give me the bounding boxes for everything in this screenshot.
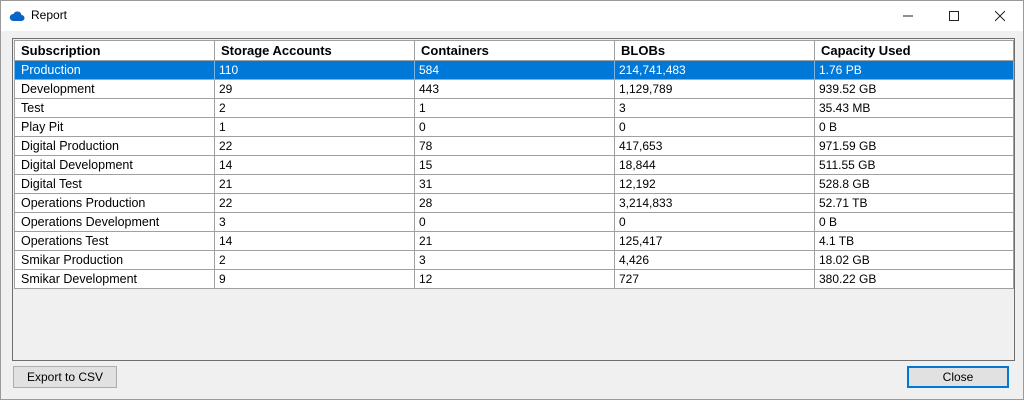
table-cell[interactable]: 9 xyxy=(214,269,415,289)
table-cell[interactable]: 14 xyxy=(214,155,415,175)
header-row: Subscription Storage Accounts Containers… xyxy=(14,40,1014,61)
table-cell[interactable]: 35.43 MB xyxy=(814,98,1014,118)
table-cell[interactable]: 52.71 TB xyxy=(814,193,1014,213)
table-cell[interactable]: 28 xyxy=(414,193,615,213)
report-window: Report Subscription Storage Accounts Con… xyxy=(0,0,1024,400)
table-cell[interactable]: 0 xyxy=(614,117,815,137)
table-cell[interactable]: 1 xyxy=(414,98,615,118)
table-cell[interactable]: 380.22 GB xyxy=(814,269,1014,289)
column-header-storage-accounts[interactable]: Storage Accounts xyxy=(214,40,415,61)
table-cell[interactable]: 1,129,789 xyxy=(614,79,815,99)
table-row[interactable]: Operations Development 3 0 0 0 B xyxy=(14,212,1014,232)
table-row[interactable]: Operations Test 14 21 125,417 4.1 TB xyxy=(14,231,1014,251)
table-row[interactable]: Play Pit 1 0 0 0 B xyxy=(14,117,1014,137)
table-cell[interactable]: 3 xyxy=(614,98,815,118)
report-grid[interactable]: Subscription Storage Accounts Containers… xyxy=(12,38,1015,361)
table-cell[interactable]: 971.59 GB xyxy=(814,136,1014,156)
table-cell[interactable]: Play Pit xyxy=(14,117,215,137)
report-table: Subscription Storage Accounts Containers… xyxy=(14,40,1014,289)
table-cell[interactable]: 1.76 PB xyxy=(814,60,1014,80)
table-cell[interactable]: 0 B xyxy=(814,212,1014,232)
table-cell[interactable]: 14 xyxy=(214,231,415,251)
cloud-icon xyxy=(9,9,25,23)
table-cell[interactable]: 2 xyxy=(214,98,415,118)
table-cell[interactable]: 4,426 xyxy=(614,250,815,270)
table-cell[interactable]: 78 xyxy=(414,136,615,156)
column-header-blobs[interactable]: BLOBs xyxy=(614,40,815,61)
table-cell[interactable]: 939.52 GB xyxy=(814,79,1014,99)
column-header-containers[interactable]: Containers xyxy=(414,40,615,61)
table-cell[interactable]: 2 xyxy=(214,250,415,270)
table-cell[interactable]: 0 xyxy=(414,212,615,232)
maximize-icon xyxy=(949,11,959,21)
table-cell[interactable]: 29 xyxy=(214,79,415,99)
table-cell[interactable]: Operations Test xyxy=(14,231,215,251)
table-cell[interactable]: Development xyxy=(14,79,215,99)
table-cell[interactable]: 727 xyxy=(614,269,815,289)
table-cell[interactable]: 0 xyxy=(414,117,615,137)
window-close-button[interactable] xyxy=(977,1,1023,31)
close-icon xyxy=(995,11,1005,21)
maximize-button[interactable] xyxy=(931,1,977,31)
table-cell[interactable]: 443 xyxy=(414,79,615,99)
table-cell[interactable]: 584 xyxy=(414,60,615,80)
table-cell[interactable]: 511.55 GB xyxy=(814,155,1014,175)
table-cell[interactable]: 417,653 xyxy=(614,136,815,156)
column-header-capacity-used[interactable]: Capacity Used xyxy=(814,40,1014,61)
table-cell[interactable]: 15 xyxy=(414,155,615,175)
table-cell[interactable]: Operations Development xyxy=(14,212,215,232)
table-cell[interactable]: 3 xyxy=(414,250,615,270)
table-cell[interactable]: 18.02 GB xyxy=(814,250,1014,270)
table-cell[interactable]: 0 B xyxy=(814,117,1014,137)
table-row[interactable]: Smikar Production 2 3 4,426 18.02 GB xyxy=(14,250,1014,270)
table-cell[interactable]: Operations Production xyxy=(14,193,215,213)
table-row[interactable]: Development 29 443 1,129,789 939.52 GB xyxy=(14,79,1014,99)
table-cell[interactable]: 4.1 TB xyxy=(814,231,1014,251)
table-cell[interactable]: 22 xyxy=(214,193,415,213)
table-cell[interactable]: 3 xyxy=(214,212,415,232)
table-cell[interactable]: 22 xyxy=(214,136,415,156)
table-cell[interactable]: 214,741,483 xyxy=(614,60,815,80)
table-row[interactable]: Operations Production 22 28 3,214,833 52.71 … xyxy=(14,193,1014,213)
table-row[interactable]: Production 110 584 214,741,483 1.76 PB xyxy=(14,60,1014,80)
minimize-button[interactable] xyxy=(885,1,931,31)
close-button[interactable]: Close xyxy=(907,366,1009,388)
table-cell[interactable]: Digital Development xyxy=(14,155,215,175)
table-cell[interactable]: 125,417 xyxy=(614,231,815,251)
table-row[interactable]: Test 2 1 3 35.43 MB xyxy=(14,98,1014,118)
table-cell[interactable]: 12,192 xyxy=(614,174,815,194)
column-header-subscription[interactable]: Subscription xyxy=(14,40,215,61)
window-title: Report xyxy=(31,8,68,22)
table-cell[interactable]: Digital Test xyxy=(14,174,215,194)
table-cell[interactable]: 31 xyxy=(414,174,615,194)
export-to-csv-button[interactable]: Export to CSV xyxy=(13,366,117,388)
table-cell[interactable]: 528.8 GB xyxy=(814,174,1014,194)
table-cell[interactable]: 18,844 xyxy=(614,155,815,175)
table-cell[interactable]: 3,214,833 xyxy=(614,193,815,213)
table-cell[interactable]: Smikar Production xyxy=(14,250,215,270)
table-cell[interactable]: 12 xyxy=(414,269,615,289)
minimize-icon xyxy=(903,15,913,17)
table-cell[interactable]: 0 xyxy=(614,212,815,232)
table-cell[interactable]: 110 xyxy=(214,60,415,80)
table-cell[interactable]: 1 xyxy=(214,117,415,137)
table-cell[interactable]: Production xyxy=(14,60,215,80)
table-cell[interactable]: Test xyxy=(14,98,215,118)
table-cell[interactable]: 21 xyxy=(414,231,615,251)
table-cell[interactable]: Smikar Development xyxy=(14,269,215,289)
table-row[interactable]: Digital Production 22 78 417,653 971.59 GB xyxy=(14,136,1014,156)
table-row[interactable]: Digital Test 21 31 12,192 528.8 GB xyxy=(14,174,1014,194)
table-row[interactable]: Smikar Development 9 12 727 380.22 GB xyxy=(14,269,1014,289)
title-bar[interactable]: Report xyxy=(1,1,1023,31)
table-cell[interactable]: Digital Production xyxy=(14,136,215,156)
table-row[interactable]: Digital Development 14 15 18,844 511.55 GB xyxy=(14,155,1014,175)
table-cell[interactable]: 21 xyxy=(214,174,415,194)
